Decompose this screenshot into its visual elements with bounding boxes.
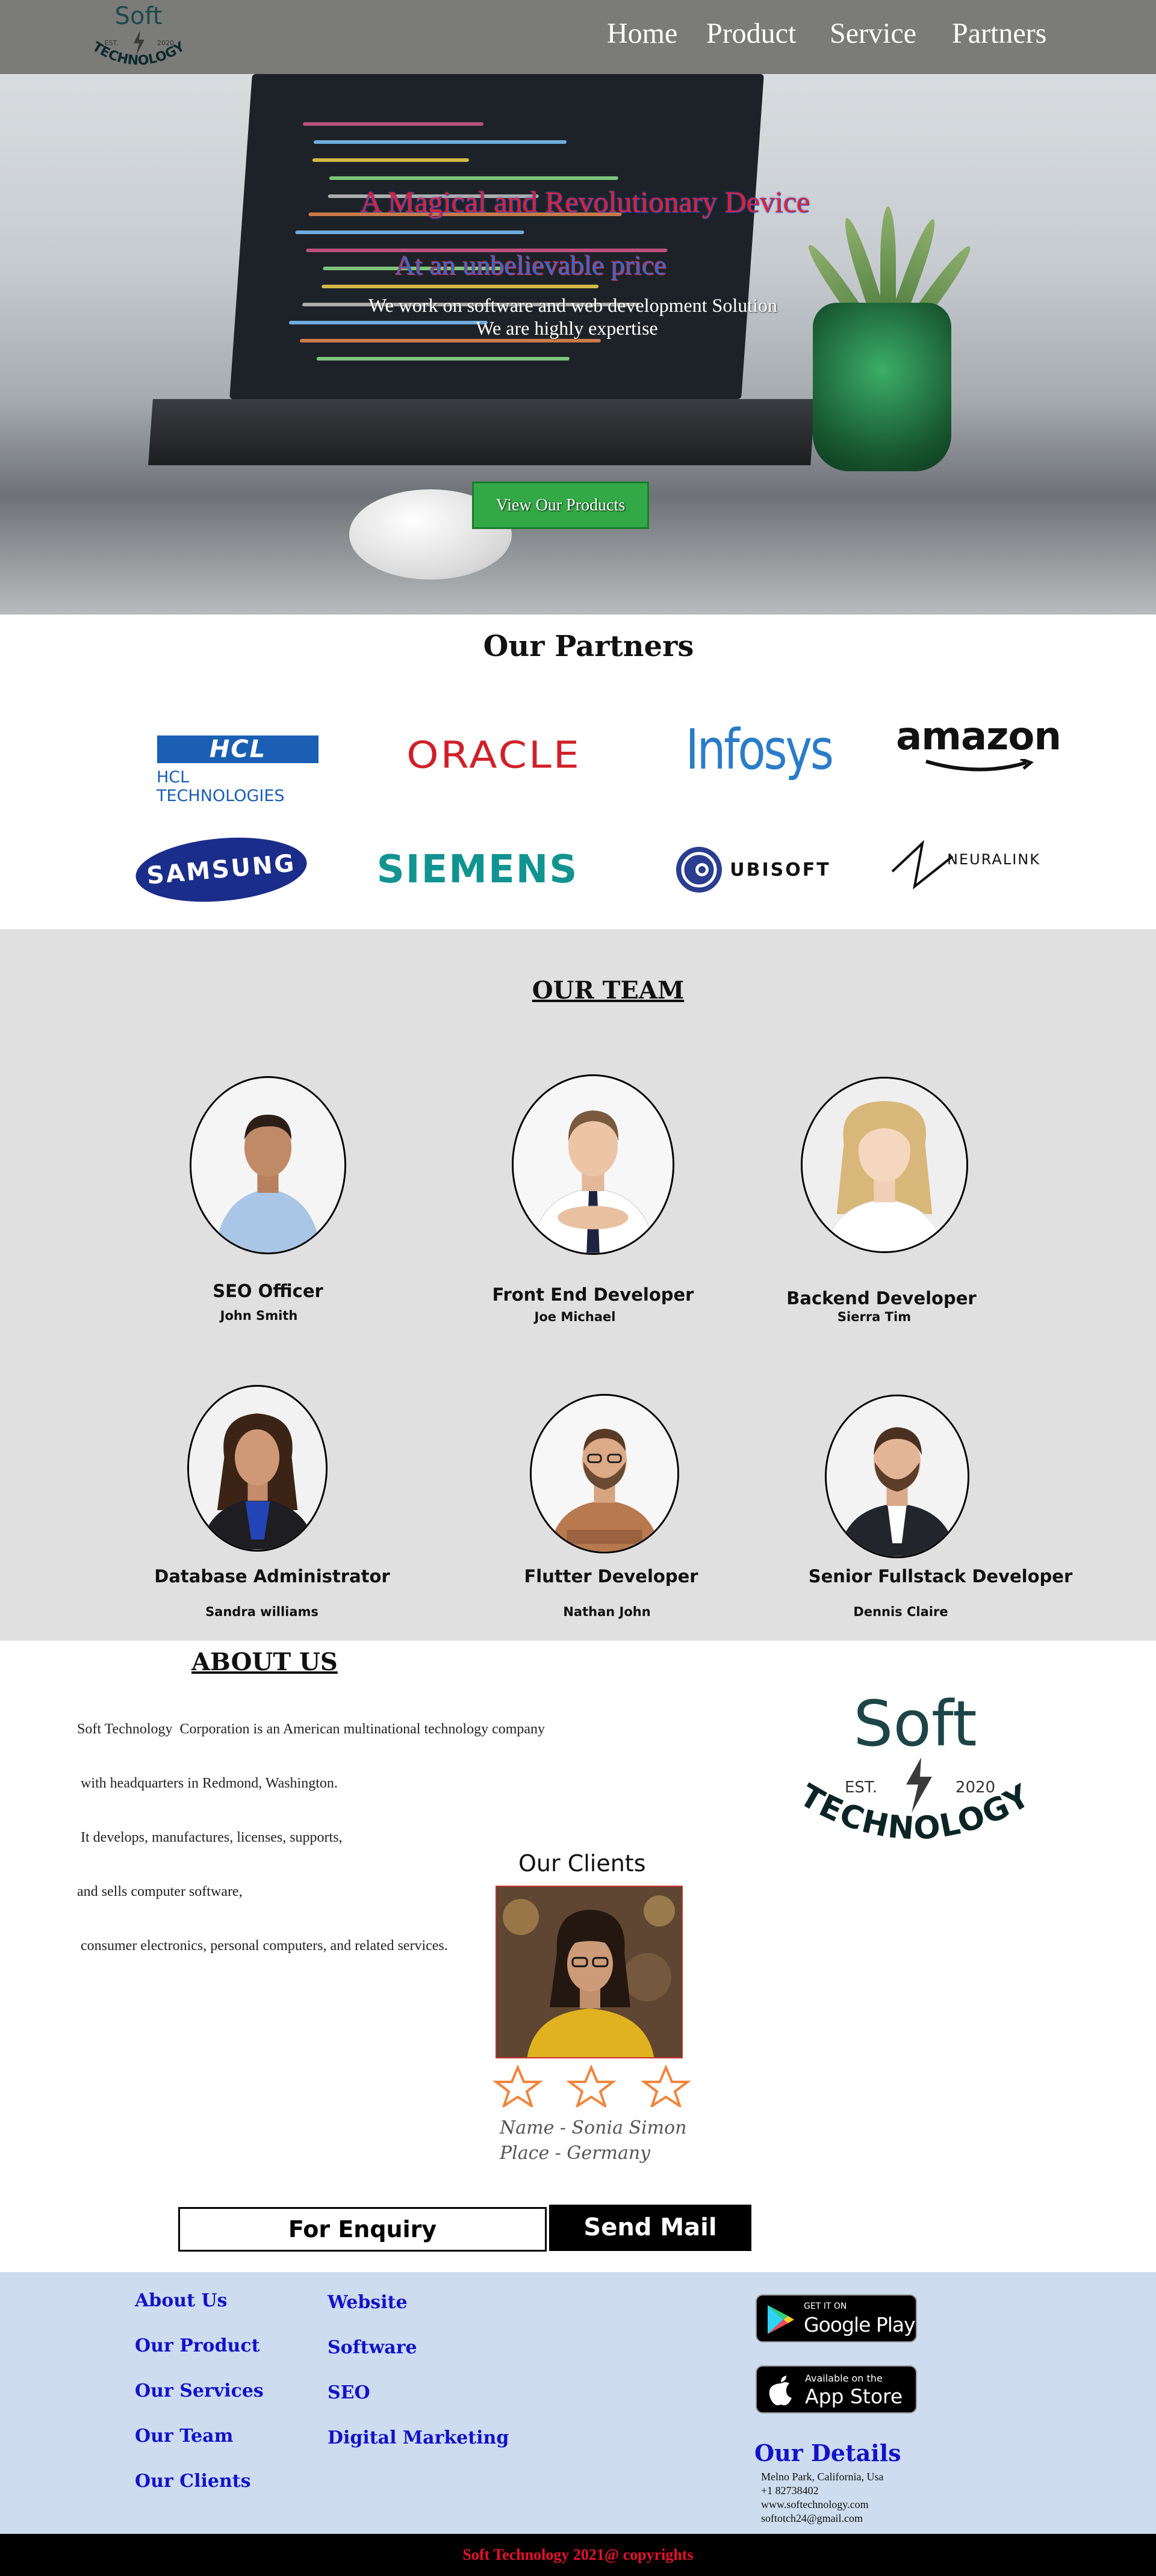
team-person-name: John Smith [220,1308,298,1323]
footer-link-seo[interactable]: SEO [328,2382,370,2403]
team-avatar-sandra-williams [187,1385,328,1552]
hero-laptop-image [229,74,764,399]
team-person-name: Nathan John [563,1605,651,1619]
copyright-bar: Soft Technology 2021@ copyrights [0,2534,1156,2576]
client-rating [491,2064,695,2110]
about-description: Soft Technology Corporation is an Americ… [77,1721,545,1954]
footer: About Us Our Product Our Services Our Te… [0,2272,1156,2534]
team-person-name: Sandra williams [205,1605,319,1619]
team-role: Senior Fullstack Developer [808,1566,1073,1587]
neuralink-mark-icon [891,839,954,890]
team-section: OUR TEAM SEO Officer John Smith Front En… [0,929,1156,1641]
hero-line-2: We are highly expertise [476,317,658,339]
team-role: Database Administrator [154,1566,390,1587]
partner-logo-samsung[interactable]: SAMSUNG [133,831,309,909]
brand-logo-graphic: Soft EST. 2020 TECHNOLOGY [90,2,188,69]
rating-star-icon [493,2064,543,2109]
ubisoft-swirl-icon [676,847,722,893]
team-person-name: Sierra Tim [837,1310,912,1324]
amazon-smile-icon [925,759,1034,772]
footer-link-our-clients[interactable]: Our Clients [135,2471,251,2492]
partners-heading: Our Partners [483,630,694,663]
partner-logo-infosys[interactable]: Infosys [674,713,843,785]
svg-text:Soft: Soft [115,2,163,30]
brand-logo[interactable]: Soft EST. 2020 TECHNOLOGY [78,0,199,72]
team-avatar-john-smith [190,1076,346,1254]
enquiry-field[interactable]: For Enquiry [178,2207,547,2252]
client-name: Name - Sonia Simon [500,2117,687,2138]
about-logo: Soft EST. 2020 TECHNOLOGY [794,1685,1036,1866]
footer-link-our-services[interactable]: Our Services [135,2380,264,2401]
clients-heading: Our Clients [518,1850,646,1877]
team-role: Backend Developer [786,1288,977,1308]
partner-logo-amazon[interactable]: amazon [896,710,1061,776]
google-play-badge[interactable]: GET IT ON Google Play [756,2294,917,2342]
hero-subheadline: At an unbelievable price [395,250,667,280]
footer-link-website[interactable]: Website [328,2292,408,2313]
about-logo-graphic: Soft EST. 2020 TECHNOLOGY [794,1687,1036,1847]
view-products-button[interactable]: View Our Products [472,481,649,529]
hero-line-1: We work on software and web development … [368,294,778,316]
team-heading: OUR TEAM [532,976,685,1005]
footer-link-our-product[interactable]: Our Product [135,2335,259,2356]
nav-home-link[interactable]: Home [607,17,677,50]
client-place: Place - Germany [500,2143,651,2164]
send-mail-button[interactable]: Send Mail [549,2205,751,2251]
team-avatar-sierra-tim [801,1077,968,1253]
partner-logo-neuralink[interactable]: NEURALINK [882,837,1048,894]
team-avatar-joe-michael [512,1074,674,1255]
footer-link-about-us[interactable]: About Us [135,2290,227,2311]
rating-star-icon [641,2064,691,2109]
footer-link-software[interactable]: Software [328,2337,417,2358]
details-address: Melno Park, California, Usa [761,2471,884,2483]
about-heading: ABOUT US [191,1648,338,1676]
hero-banner: A Magical and Revolutionary Device At an… [0,74,1156,615]
apple-icon [769,2376,792,2406]
svg-text:TECHNOLOGY: TECHNOLOGY [795,1777,1036,1847]
rating-star-icon [566,2064,617,2109]
partner-logo-hcl[interactable]: HCL HCL TECHNOLOGIES [157,735,319,805]
details-website[interactable]: www.softechnology.com [761,2498,869,2511]
footer-link-our-team[interactable]: Our Team [135,2426,233,2447]
team-avatar-dennis-claire [825,1395,969,1558]
nav-partners-link[interactable]: Partners [952,17,1046,50]
client-photo [496,1886,683,2058]
hero-headline: A Magical and Revolutionary Device [360,185,810,218]
team-person-name: Dennis Claire [853,1605,948,1619]
team-role: Front End Developer [492,1284,694,1305]
nav-product-link[interactable]: Product [706,17,796,50]
google-play-icon [768,2305,794,2334]
nav-service-link[interactable]: Service [830,17,916,50]
footer-link-digital-marketing[interactable]: Digital Marketing [328,2427,509,2448]
svg-text:EST.: EST. [845,1779,877,1797]
app-store-badge[interactable]: Available on the App Store [756,2365,917,2413]
team-role: SEO Officer [213,1281,323,1301]
partner-logo-ubisoft[interactable]: UBISOFT [668,843,837,897]
partner-logo-oracle[interactable]: ORACLE [373,734,614,776]
team-role: Flutter Developer [524,1566,698,1587]
top-navbar: Soft EST. 2020 TECHNOLOGY Home Product S… [0,0,1156,74]
team-person-name: Joe Michael [534,1310,616,1324]
svg-text:Soft: Soft [853,1687,977,1760]
partner-logo-siemens[interactable]: SIEMENS [372,846,583,894]
details-phone: +1 82738402 [761,2485,819,2497]
team-avatar-nathan-john [530,1394,679,1553]
copyright-text: Soft Technology 2021@ copyrights [462,2546,694,2563]
details-heading: Our Details [754,2439,901,2466]
details-email[interactable]: softotch24@gmail.com [761,2512,863,2525]
